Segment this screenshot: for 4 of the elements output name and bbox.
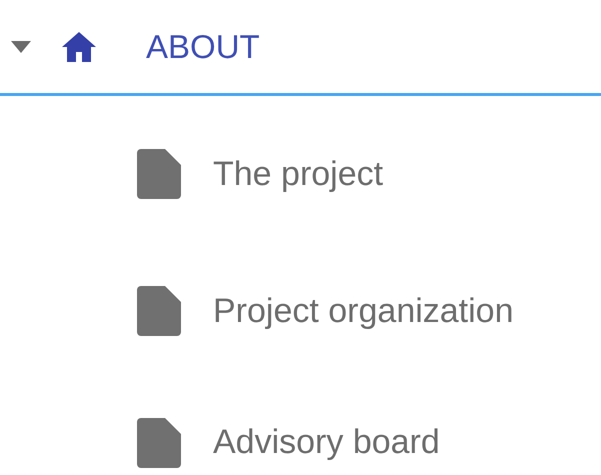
tree-item[interactable]: Project organization — [213, 286, 514, 336]
tree-item[interactable]: The project — [213, 148, 384, 200]
tree-item[interactable]: Advisory board — [213, 417, 440, 468]
tree-item[interactable]: ABOUT — [146, 22, 260, 72]
